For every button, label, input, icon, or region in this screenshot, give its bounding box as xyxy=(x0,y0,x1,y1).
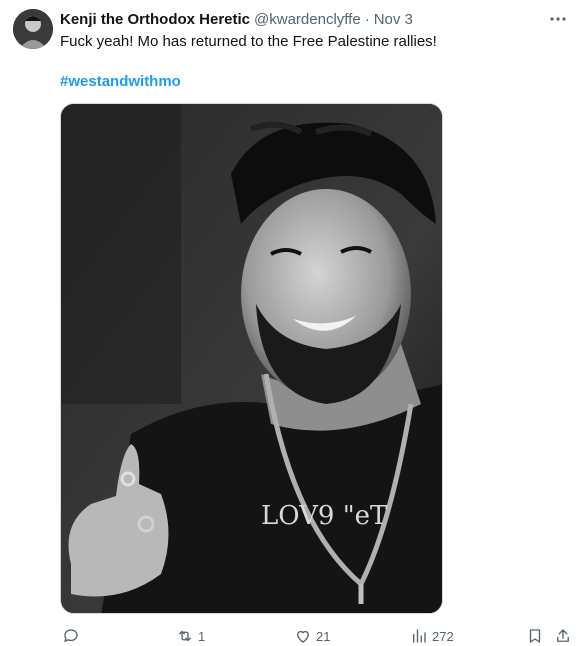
display-name[interactable]: Kenji the Orthodox Heretic xyxy=(60,11,250,28)
retweet-icon xyxy=(179,630,191,642)
retweet-button[interactable]: 1 xyxy=(176,626,205,646)
bookmark-icon xyxy=(529,629,541,643)
share-button[interactable] xyxy=(554,626,572,646)
reply-button[interactable] xyxy=(62,626,84,646)
hashtag-link[interactable]: #westandwithmo xyxy=(60,72,181,92)
view-count: 272 xyxy=(432,628,454,644)
user-handle[interactable]: @kwardenclyffe xyxy=(254,11,361,28)
shirt-graphic-text: LOV9 "eT xyxy=(261,501,388,531)
avatar[interactable] xyxy=(13,9,53,49)
separator-dot: · xyxy=(364,10,370,28)
like-button[interactable]: 21 xyxy=(294,626,330,646)
tweet-date[interactable]: Nov 3 xyxy=(374,11,413,28)
more-options-icon[interactable] xyxy=(548,9,568,29)
retweet-count: 1 xyxy=(198,628,206,644)
tweet-text: Fuck yeah! Mo has returned to the Free P… xyxy=(60,33,437,50)
tweet-photo[interactable]: LOV9 "eT xyxy=(60,103,443,614)
heart-icon xyxy=(297,630,309,643)
views-chart-icon xyxy=(413,629,426,643)
tweet-header: Kenji the Orthodox Heretic @kwardenclyff… xyxy=(60,9,568,29)
bookmark-button[interactable] xyxy=(526,626,544,646)
reply-icon xyxy=(64,629,78,642)
like-count: 21 xyxy=(316,628,331,644)
views-button[interactable]: 272 xyxy=(410,626,454,646)
share-icon xyxy=(557,629,569,642)
tweet-actions: 1 21 272 xyxy=(60,626,572,646)
